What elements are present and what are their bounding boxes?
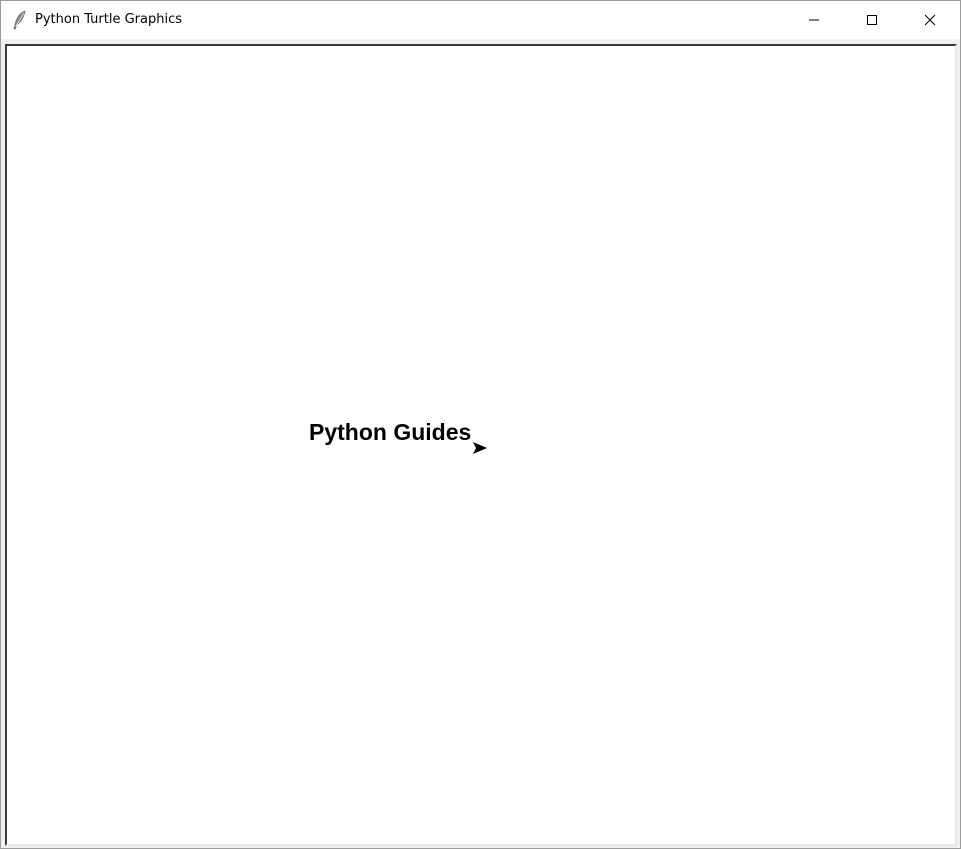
close-icon [924,14,936,26]
minimize-icon [809,19,819,21]
turtle-window: Python Turtle Graphics Python Guides [0,0,961,849]
close-button[interactable] [901,1,959,39]
minimize-button[interactable] [785,1,843,39]
canvas-text: Python Guides [309,419,472,445]
turtle-canvas[interactable]: Python Guides [7,46,955,844]
canvas-frame: Python Guides [5,44,957,846]
feather-icon [13,10,26,30]
arrow-icon [473,442,487,454]
maximize-button[interactable] [843,1,901,39]
window-title: Python Turtle Graphics [35,12,182,27]
title-bar[interactable]: Python Turtle Graphics [1,1,960,39]
maximize-icon [867,15,877,25]
